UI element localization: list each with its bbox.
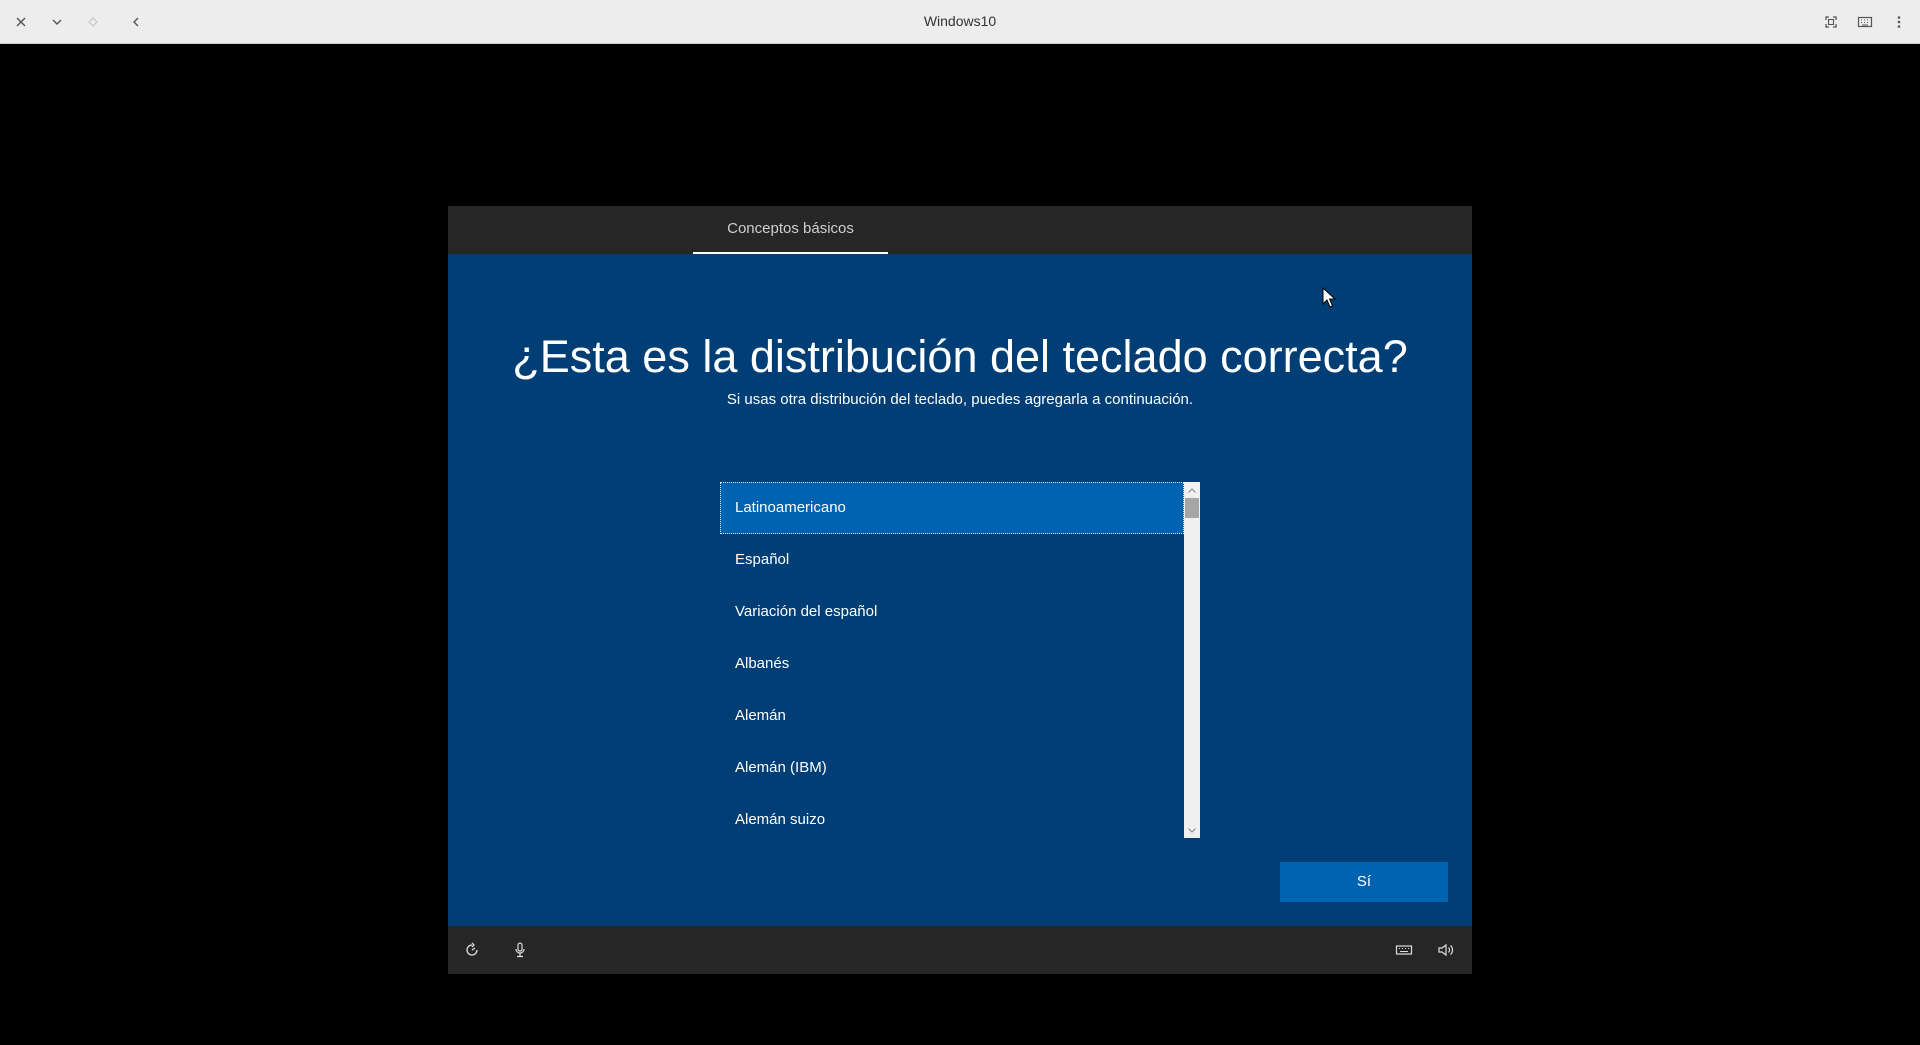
list-items-container: Latinoamericano Español Variación del es… — [720, 482, 1184, 838]
ease-of-access-icon[interactable] — [462, 940, 482, 960]
tab-basics: Conceptos básicos — [693, 206, 888, 254]
keyboard-layout-list[interactable]: Latinoamericano Español Variación del es… — [720, 482, 1200, 838]
oobe-window: Conceptos básicos ¿Esta es la distribuci… — [448, 206, 1472, 974]
oobe-header: Conceptos básicos — [448, 206, 1472, 254]
scroll-thumb[interactable] — [1185, 498, 1199, 518]
volume-icon[interactable] — [1436, 940, 1456, 960]
diamond-icon[interactable] — [79, 8, 107, 36]
list-item[interactable]: Latinoamericano — [720, 482, 1184, 534]
mouse-cursor-icon — [1322, 287, 1336, 308]
scrollbar[interactable] — [1184, 482, 1200, 838]
list-item[interactable]: Español — [720, 534, 1184, 586]
scroll-up-icon[interactable] — [1184, 483, 1200, 497]
fullscreen-icon[interactable] — [1817, 8, 1845, 36]
microphone-icon[interactable] — [510, 940, 530, 960]
page-subtitle: Si usas otra distribución del teclado, p… — [726, 391, 1194, 408]
list-item[interactable]: Alemán — [720, 690, 1184, 742]
list-item[interactable]: Alemán (IBM) — [720, 742, 1184, 794]
close-icon[interactable] — [7, 8, 35, 36]
scroll-down-icon[interactable] — [1184, 823, 1200, 837]
page-title: ¿Esta es la distribución del teclado cor… — [512, 331, 1408, 382]
list-item[interactable]: Variación del español — [720, 586, 1184, 638]
keyboard-input-icon[interactable] — [1851, 8, 1879, 36]
window-title: Windows10 — [923, 13, 997, 29]
keyboard-icon[interactable] — [1394, 940, 1414, 960]
chevron-down-icon[interactable] — [43, 8, 71, 36]
back-arrow-icon[interactable] — [122, 8, 150, 36]
list-item[interactable]: Alemán suizo — [720, 794, 1184, 838]
more-vertical-icon[interactable] — [1885, 8, 1913, 36]
list-item[interactable]: Albanés — [720, 638, 1184, 690]
oobe-footer — [448, 926, 1472, 974]
vm-display[interactable]: Conceptos básicos ¿Esta es la distribuci… — [0, 45, 1920, 1045]
yes-button[interactable]: Sí — [1280, 862, 1448, 902]
host-titlebar: Windows10 — [0, 0, 1920, 44]
